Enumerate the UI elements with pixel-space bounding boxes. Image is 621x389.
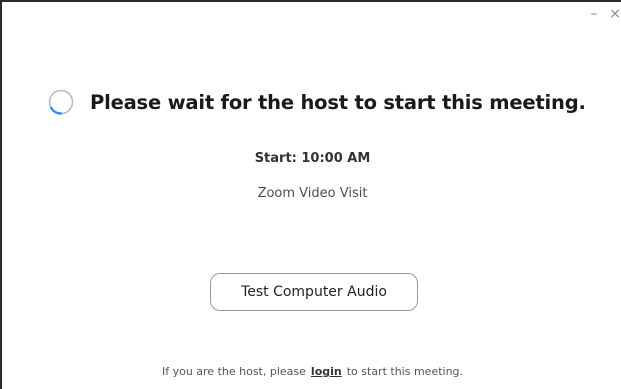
waiting-room-window: – × Please wait for the host to start th… bbox=[0, 0, 621, 389]
test-computer-audio-button[interactable]: Test Computer Audio bbox=[210, 273, 418, 311]
loading-spinner-icon bbox=[48, 89, 74, 115]
footer-text-before: If you are the host, please bbox=[161, 365, 306, 378]
minimize-button[interactable]: – bbox=[581, 4, 607, 24]
host-login-prompt: If you are the host, please login to start… bbox=[2, 365, 621, 378]
meeting-start-time: Start: 10:00 AM bbox=[254, 151, 371, 166]
meeting-topic: Zoom Video Visit bbox=[257, 186, 368, 201]
close-button[interactable]: × bbox=[607, 4, 621, 24]
status-row: Please wait for the host to start this m… bbox=[48, 89, 586, 115]
footer-text-after: to start this meeting. bbox=[346, 365, 464, 378]
status-headline: Please wait for the host to start this m… bbox=[90, 90, 586, 114]
login-link[interactable]: login bbox=[311, 365, 342, 378]
window-controls: – × bbox=[581, 4, 621, 24]
